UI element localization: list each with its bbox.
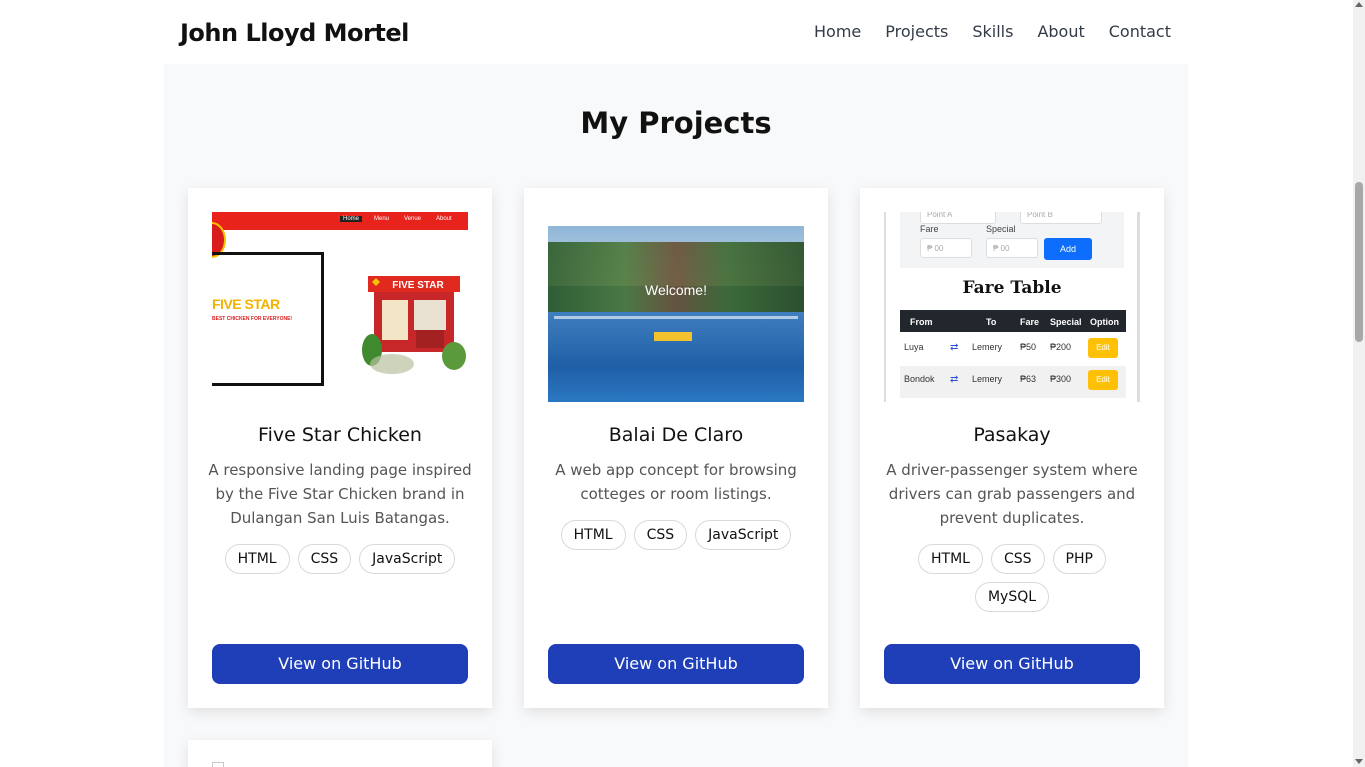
project-title: Balai De Claro — [608, 424, 744, 446]
project-thumbnail: Home Menu Venue About FIVE STAR BEST CHI… — [212, 212, 468, 402]
thumb-col: Special — [1050, 317, 1082, 327]
tech-tag: HTML — [560, 520, 626, 550]
view-on-github-button[interactable]: View on GitHub — [212, 644, 468, 684]
tech-tag: JavaScript — [695, 520, 792, 550]
thumb-edge — [884, 212, 886, 402]
project-title: Five Star Chicken — [258, 424, 422, 446]
thumb-cta — [654, 332, 692, 341]
thumb-input: Point A — [920, 212, 996, 224]
thumb-edit-button: Edit — [1088, 370, 1118, 390]
thumb-pool — [548, 312, 804, 402]
project-thumbnail: Point A Point B Fare Special ₱ 00 ₱ 00 A… — [884, 212, 1140, 402]
main-nav: Home Projects Skills About Contact — [814, 22, 1171, 41]
tech-tags: HTML CSS JavaScript — [542, 520, 810, 550]
thumb-add-button: Add — [1044, 238, 1092, 260]
tech-tag: HTML — [224, 544, 290, 574]
thumb-cell: ₱200 — [1050, 342, 1072, 352]
thumb-input: ₱ 00 — [920, 238, 972, 258]
thumb-cell: Lemery — [972, 342, 1003, 352]
projects-section: My Projects Home Menu Venue About FIVE S… — [164, 64, 1188, 767]
tech-tag: HTML — [918, 544, 983, 574]
thumb-table-title: Fare Table — [962, 278, 1062, 298]
tech-tag: JavaScript — [359, 544, 456, 574]
thumb-cell: ₱50 — [1020, 342, 1037, 352]
thumb-table-row: Luya ⇄ Lemery ₱50 ₱200 Edit — [900, 332, 1126, 364]
tech-tag: CSS — [297, 544, 352, 574]
thumb-cell: ₱300 — [1050, 374, 1072, 384]
thumb-col: Fare — [1020, 317, 1040, 327]
thumb-col: Option — [1090, 317, 1119, 327]
broken-image-icon — [212, 762, 224, 767]
thumb-navbar: Home Menu Venue About — [212, 212, 468, 230]
project-card-pasakay: Point A Point B Fare Special ₱ 00 ₱ 00 A… — [860, 188, 1164, 708]
tech-tags: HTML CSS JavaScript — [206, 544, 474, 574]
thumb-col: To — [986, 317, 997, 327]
tech-tags: HTML CSS PHP MySQL — [878, 544, 1146, 612]
thumb-label: Special — [986, 224, 1016, 234]
thumb-input: Point B — [1020, 212, 1102, 224]
thumb-cell: Lemery — [972, 374, 1003, 384]
thumb-table-row: Bondok ⇄ Lemery ₱63 ₱300 Edit — [900, 366, 1126, 398]
thumb-edge — [1137, 212, 1140, 402]
thumb-cell: Bondok — [904, 374, 935, 384]
thumb-nav-item: Home — [340, 216, 363, 222]
project-card-five-star: Home Menu Venue About FIVE STAR BEST CHI… — [188, 188, 492, 708]
nav-home[interactable]: Home — [814, 22, 861, 41]
page-scrollbar[interactable] — [1353, 0, 1365, 767]
tech-tag: PHP — [1052, 544, 1106, 574]
section-title: My Projects — [580, 106, 772, 140]
site-header: John Lloyd Mortel Home Projects Skills A… — [0, 0, 1353, 64]
swap-icon: ⇄ — [950, 342, 959, 353]
project-description: A responsive landing page inspired by th… — [208, 461, 472, 527]
thumb-cell: Luya — [904, 342, 924, 352]
swap-icon: ⇄ — [950, 374, 959, 385]
thumb-form-panel: Point A Point B Fare Special ₱ 00 ₱ 00 A… — [900, 212, 1124, 268]
scroll-up-arrow-icon[interactable] — [1355, 2, 1363, 7]
view-on-github-button[interactable]: View on GitHub — [548, 644, 804, 684]
shop-sign-text: FIVE STAR — [392, 280, 444, 291]
thumb-input: ₱ 00 — [986, 238, 1038, 258]
project-title: Pasakay — [973, 424, 1051, 446]
thumb-nav-item: About — [436, 216, 452, 222]
scroll-down-arrow-icon[interactable] — [1355, 759, 1363, 764]
project-card-partial — [188, 740, 492, 767]
thumb-title: FIVE STAR — [212, 296, 280, 312]
project-thumbnail: Welcome! — [548, 212, 804, 402]
thumb-edit-button: Edit — [1088, 338, 1118, 358]
nav-contact[interactable]: Contact — [1109, 22, 1171, 41]
project-description: A driver-passenger system where drivers … — [886, 461, 1138, 527]
thumb-table-header: From To Fare Special Option — [900, 310, 1126, 332]
nav-about[interactable]: About — [1037, 22, 1084, 41]
thumb-subtitle: BEST CHICKEN FOR EVERYONE! — [212, 316, 293, 322]
thumb-navbar — [548, 212, 804, 226]
view-on-github-button[interactable]: View on GitHub — [884, 644, 1140, 684]
thumb-tagline-bar — [554, 316, 798, 319]
thumb-label: Fare — [920, 224, 939, 234]
thumb-trees — [548, 242, 804, 312]
brand-name[interactable]: John Lloyd Mortel — [180, 19, 409, 47]
thumb-nav-item: Venue — [404, 216, 422, 222]
shop-image: FIVE STAR — [362, 276, 466, 374]
tech-tag: CSS — [990, 544, 1045, 574]
thumb-welcome-text: Welcome! — [645, 282, 707, 298]
tech-tag: MySQL — [974, 582, 1050, 612]
tech-tag: CSS — [633, 520, 688, 550]
project-card-balai-de-claro: Welcome! Balai De Claro A web app concep… — [524, 188, 828, 708]
project-description: A web app concept for browsing cotteges … — [555, 461, 797, 503]
thumb-col: From — [910, 317, 933, 327]
thumb-nav-item: Menu — [374, 216, 390, 222]
nav-skills[interactable]: Skills — [972, 22, 1013, 41]
thumb-cell: ₱63 — [1020, 374, 1037, 384]
nav-projects[interactable]: Projects — [885, 22, 948, 41]
scrollbar-thumb[interactable] — [1355, 182, 1363, 342]
